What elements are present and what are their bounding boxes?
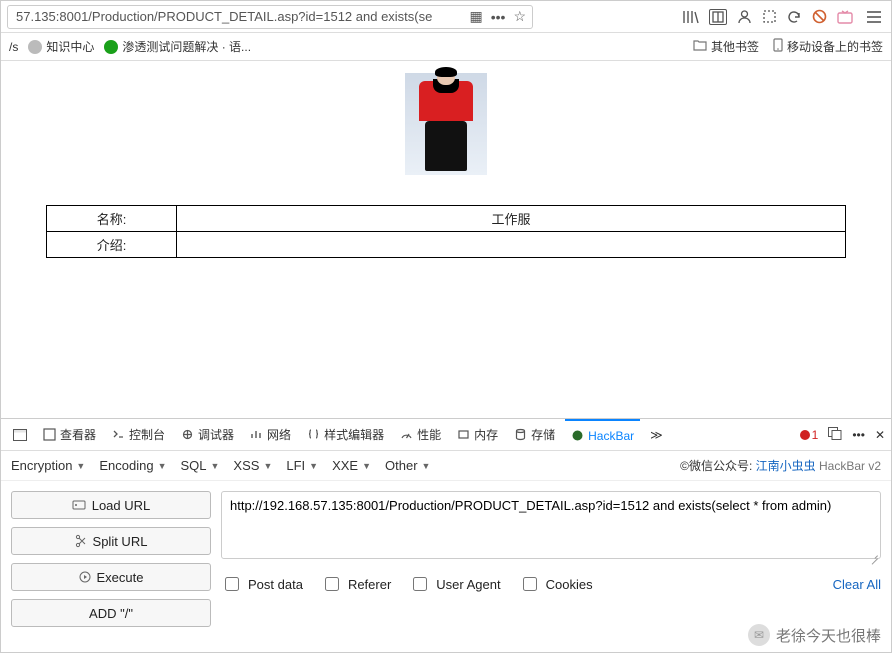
dropdown-encoding[interactable]: Encoding▼ (99, 458, 166, 473)
inspector-icon (43, 428, 56, 441)
undo-icon[interactable] (787, 9, 802, 24)
tab-inspector[interactable]: 查看器 (37, 419, 102, 451)
crop-icon[interactable] (762, 9, 777, 24)
url-textarea[interactable] (221, 491, 881, 559)
url-input[interactable] (14, 8, 469, 25)
folder-icon (693, 39, 707, 54)
other-bookmarks[interactable]: 其他书签 (693, 38, 759, 55)
hackbar-body: Load URL Split URL Execute ADD "/" Post … (1, 481, 891, 652)
chevron-down-icon: ▼ (362, 461, 371, 471)
mobile-bookmarks[interactable]: 移动设备上的书签 (773, 38, 883, 55)
menu-icon[interactable] (863, 11, 885, 23)
tab-debugger[interactable]: 调试器 (175, 419, 240, 451)
product-image (405, 73, 487, 175)
bookmark-item[interactable]: 知识中心 (28, 38, 94, 55)
bookmark-item-label: 渗透测试问题解决 · 语... (122, 38, 251, 55)
product-table: 名称: 工作服 介绍: (46, 205, 846, 258)
play-icon (79, 571, 91, 583)
split-url-button[interactable]: Split URL (11, 527, 211, 555)
tab-style-editor[interactable]: 样式编辑器 (301, 419, 390, 451)
account-icon[interactable] (737, 9, 752, 24)
tv-icon[interactable] (837, 10, 853, 24)
dropdown-xxe[interactable]: XXE▼ (332, 458, 371, 473)
hackbar-icon (571, 429, 584, 442)
error-dot-icon (800, 430, 810, 440)
dropdown-other[interactable]: Other▼ (385, 458, 430, 473)
devtools-more-icon[interactable]: ••• (852, 428, 865, 442)
dropdown-lfi[interactable]: LFI▼ (286, 458, 318, 473)
network-icon (250, 428, 263, 441)
table-row: 介绍: (47, 232, 846, 258)
dropdown-encryption[interactable]: Encryption▼ (11, 458, 85, 473)
tab-network[interactable]: 网络 (244, 419, 297, 451)
bookmark-item-label: 移动设备上的书签 (787, 38, 883, 55)
bookmark-item[interactable]: 渗透测试问题解决 · 语... (104, 38, 251, 55)
error-badge[interactable]: 1 (800, 428, 819, 442)
checkbox-cookies[interactable]: Cookies (519, 574, 593, 594)
add-slash-button[interactable]: ADD "/" (11, 599, 211, 627)
memory-icon (457, 428, 470, 441)
desc-label: 介绍: (47, 232, 177, 258)
mobile-icon (773, 38, 783, 55)
tab-console[interactable]: 控制台 (106, 419, 171, 451)
resize-handle-icon[interactable] (868, 549, 878, 559)
leaf-icon (104, 40, 118, 54)
checkbox-user-agent[interactable]: User Agent (409, 574, 500, 594)
scissors-icon (75, 534, 87, 548)
hackbar-toolbar: Encryption▼ Encoding▼ SQL▼ XSS▼ LFI▼ XXE… (1, 451, 891, 481)
table-row: 名称: 工作服 (47, 206, 846, 232)
tab-memory[interactable]: 内存 (451, 419, 504, 451)
library-icon[interactable] (683, 10, 699, 24)
chevron-down-icon: ▼ (76, 461, 85, 471)
tab-storage[interactable]: 存储 (508, 419, 561, 451)
url-input-box[interactable]: ▦ ••• ☆ (7, 5, 533, 29)
checkbox-post-data[interactable]: Post data (221, 574, 303, 594)
chevron-down-icon: ▼ (422, 461, 431, 471)
devtools-panels-icon[interactable] (828, 427, 842, 443)
name-label: 名称: (47, 206, 177, 232)
devtools-panel: 查看器 控制台 调试器 网络 样式编辑器 性能 内存 存储 HackBar ≫ … (1, 418, 891, 652)
execute-button[interactable]: Execute (11, 563, 211, 591)
clear-all-link[interactable]: Clear All (833, 577, 881, 592)
devtools-dock-icon[interactable] (7, 419, 33, 451)
more-icon[interactable]: ••• (491, 9, 506, 25)
load-icon (72, 499, 86, 511)
desc-value (177, 232, 846, 258)
load-url-button[interactable]: Load URL (11, 491, 211, 519)
noscript-icon[interactable] (812, 9, 827, 24)
tab-hackbar[interactable]: HackBar (565, 419, 640, 451)
checkbox-referer[interactable]: Referer (321, 574, 391, 594)
reader-icon[interactable] (709, 9, 727, 25)
tab-performance[interactable]: 性能 (394, 419, 447, 451)
credit-link[interactable]: 江南小虫虫 (756, 459, 816, 473)
bookmark-item-label: /s (9, 40, 18, 54)
bookmark-item[interactable]: /s (9, 40, 18, 54)
braces-icon (307, 428, 320, 441)
url-bar: ▦ ••• ☆ (1, 1, 891, 33)
page-content: 名称: 工作服 介绍: (1, 61, 891, 418)
debugger-icon (181, 428, 194, 441)
console-icon (112, 428, 125, 441)
bookmark-item-label: 其他书签 (711, 38, 759, 55)
name-value: 工作服 (177, 206, 846, 232)
chevron-down-icon: ▼ (158, 461, 167, 471)
chevron-right-icon: ≫ (650, 428, 663, 442)
devtools-close-icon[interactable]: ✕ (875, 428, 885, 442)
star-icon[interactable]: ☆ (513, 8, 526, 25)
chevron-down-icon: ▼ (211, 461, 220, 471)
gauge-icon (400, 428, 413, 441)
globe-icon (28, 40, 42, 54)
bookmark-item-label: 知识中心 (46, 38, 94, 55)
devtools-tabs: 查看器 控制台 调试器 网络 样式编辑器 性能 内存 存储 HackBar ≫ … (1, 419, 891, 451)
chevron-down-icon: ▼ (263, 461, 272, 471)
dropdown-xss[interactable]: XSS▼ (233, 458, 272, 473)
bookmarks-bar: /s 知识中心 渗透测试问题解决 · 语... 其他书签 移动设备上的书签 (1, 33, 891, 61)
qr-icon[interactable]: ▦ (469, 8, 482, 25)
chevron-down-icon: ▼ (309, 461, 318, 471)
dropdown-sql[interactable]: SQL▼ (180, 458, 219, 473)
hackbar-credit: ©微信公众号: 江南小虫虫 HackBar v2 (680, 457, 881, 474)
storage-icon (514, 428, 527, 441)
tabs-overflow[interactable]: ≫ (644, 419, 669, 451)
